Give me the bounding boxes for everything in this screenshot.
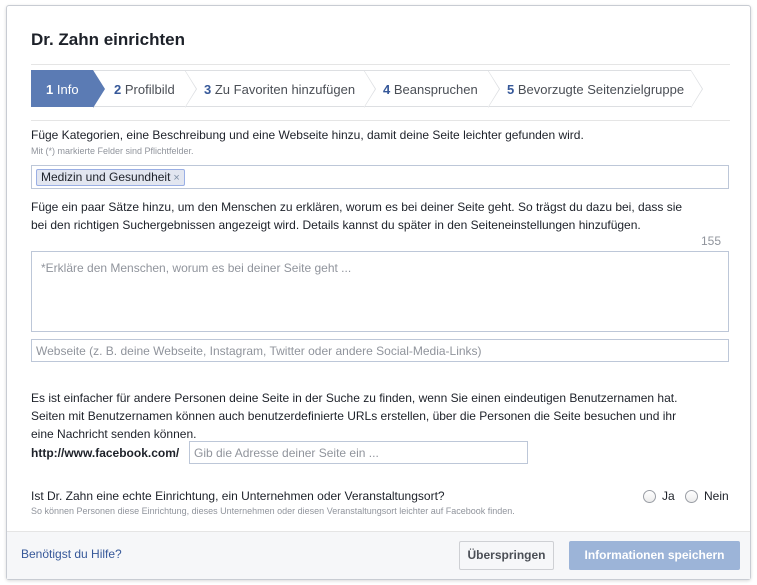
description-intro-line1: Füge ein paar Sätze hinzu, um den Mensch… — [31, 200, 683, 214]
skip-button[interactable]: Überspringen — [459, 541, 554, 570]
username-info-line2: Seiten mit Benutzernamen können auch ben… — [31, 409, 677, 423]
step-label: Bevorzugte Seitenzielgruppe — [517, 82, 685, 97]
page-address-input[interactable] — [189, 441, 528, 464]
description-intro-line2: bei den richtigen Suchergebnissen angeze… — [31, 218, 641, 232]
radio-yes[interactable]: Ja — [643, 488, 675, 504]
location-question: Ist Dr. Zahn eine echte Einrichtung, ein… — [31, 489, 445, 503]
step-number: 4 — [383, 82, 391, 97]
categories-intro: Füge Kategorien, eine Beschreibung und e… — [31, 128, 584, 142]
location-question-hint: So können Personen diese Einrichtung, di… — [31, 506, 515, 516]
category-tag: Medizin und Gesundheit × — [36, 169, 185, 186]
step-label: Info — [56, 82, 79, 97]
remove-tag-icon[interactable]: × — [173, 172, 179, 184]
step-add-favorites[interactable]: 3 Zu Favoriten hinzufügen — [185, 70, 376, 108]
step-claim[interactable]: 4 Beanspruchen — [364, 70, 500, 108]
step-label: Beanspruchen — [393, 82, 478, 97]
category-input[interactable]: Medizin und Gesundheit × — [31, 165, 729, 189]
step-preferred-audience[interactable]: 5 Bevorzugte Seitenzielgruppe — [488, 70, 703, 108]
setup-dialog: Dr. Zahn einrichten 1 Info 2 Profilbild … — [6, 5, 751, 580]
step-number: 1 — [46, 82, 54, 97]
radio-button[interactable] — [643, 489, 656, 503]
help-link[interactable]: Benötigst du Hilfe? — [21, 547, 122, 561]
save-info-button[interactable]: Informationen speichern — [569, 541, 740, 570]
username-info-line1: Es ist einfacher für andere Personen dei… — [31, 391, 678, 405]
divider — [31, 120, 730, 121]
radio-yes-label: Ja — [662, 489, 675, 503]
character-counter: 155 — [701, 234, 722, 248]
dialog-footer: Benötigst du Hilfe? Überspringen Informa… — [7, 531, 750, 579]
step-profile-picture[interactable]: 2 Profilbild — [93, 70, 197, 108]
step-info[interactable]: 1 Info — [31, 70, 105, 108]
radio-no[interactable]: Nein — [685, 488, 729, 504]
step-number: 2 — [114, 82, 122, 97]
category-tag-label: Medizin und Gesundheit — [41, 170, 171, 184]
step-number: 5 — [507, 82, 515, 97]
required-fields-note: Mit (*) markierte Felder sind Pflichtfel… — [31, 146, 194, 156]
step-label: Zu Favoriten hinzufügen — [214, 82, 356, 97]
step-label: Profilbild — [124, 82, 175, 97]
facebook-url-prefix: http://www.facebook.com/ — [31, 446, 180, 460]
dialog-title: Dr. Zahn einrichten — [31, 30, 185, 49]
divider — [31, 64, 730, 65]
description-textarea[interactable] — [31, 251, 729, 332]
username-info-line3: eine Nachricht senden können. — [31, 427, 197, 441]
radio-button[interactable] — [685, 489, 698, 503]
radio-no-label: Nein — [704, 489, 729, 503]
step-number: 3 — [204, 82, 212, 97]
website-input[interactable] — [31, 339, 729, 362]
